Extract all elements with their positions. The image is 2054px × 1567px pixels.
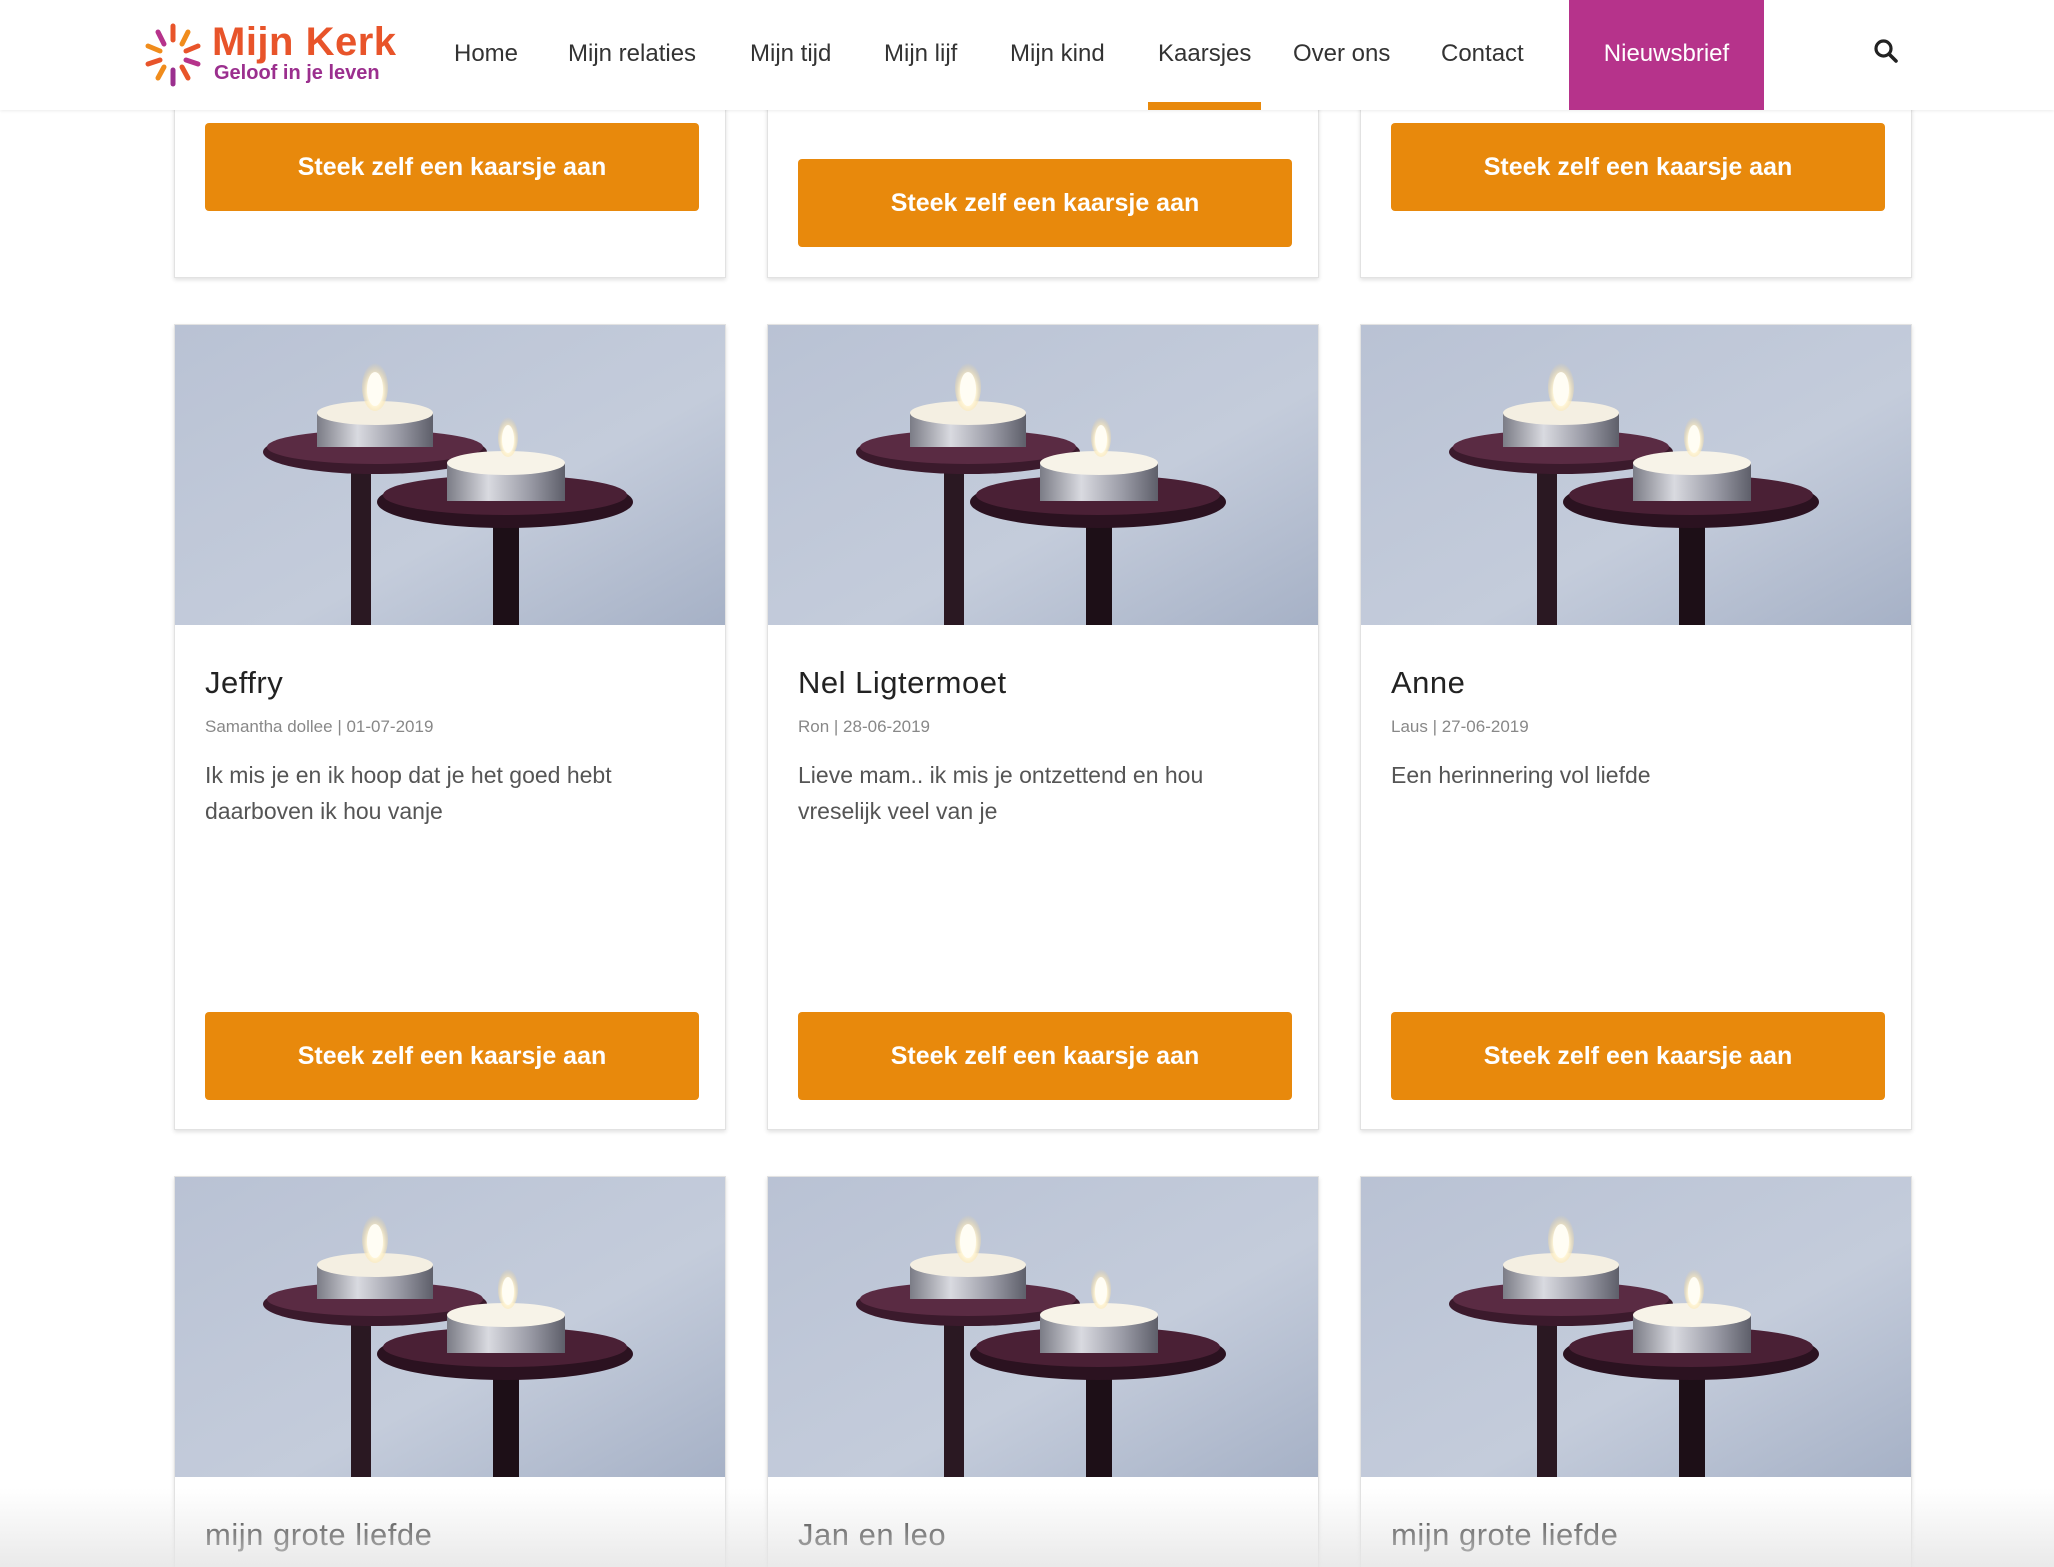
candle-image: [768, 1177, 1318, 1477]
candle-card: Nel Ligtermoet Ron | 28-06-2019 Lieve ma…: [767, 324, 1319, 1130]
card-message: Lieve mam.. ik mis je ontzettend en hou …: [798, 762, 1204, 824]
nav-item-mijn-kind[interactable]: Mijn kind: [1010, 0, 1105, 110]
candle-image: [175, 325, 725, 625]
nav-item-mijn-relaties[interactable]: Mijn relaties: [568, 0, 696, 110]
candle-card: mijn grote liefde: [174, 1176, 726, 1567]
candle-image: [1361, 325, 1911, 625]
light-candle-button[interactable]: Steek zelf een kaarsje aan: [1391, 1012, 1885, 1100]
newsletter-button[interactable]: Nieuwsbrief: [1569, 0, 1764, 110]
card-title: mijn grote liefde: [205, 1517, 433, 1552]
logo-brand: Mijn Kerk: [212, 20, 397, 64]
card-title: Anne: [1391, 665, 1466, 700]
light-candle-button[interactable]: Steek zelf een kaarsje aan: [205, 123, 699, 211]
nav-item-contact[interactable]: Contact: [1441, 0, 1524, 110]
nav-item-mijn-tijd[interactable]: Mijn tijd: [750, 0, 831, 110]
search-icon[interactable]: [1873, 38, 1899, 64]
card-meta: Laus | 27-06-2019: [1391, 717, 1529, 736]
nav-item-home[interactable]: Home: [454, 0, 518, 110]
candle-image: [1361, 1177, 1911, 1477]
card-message: Ik mis je en ik hoop dat je het goed heb…: [205, 762, 612, 824]
candle-image: [175, 1177, 725, 1477]
nav-item-mijn-lijf[interactable]: Mijn lijf: [884, 0, 957, 110]
card-title: Jan en leo: [798, 1517, 947, 1552]
nav-item-kaarsjes[interactable]: Kaarsjes: [1147, 0, 1262, 110]
card-meta: Ron | 28-06-2019: [798, 717, 931, 736]
light-candle-button[interactable]: Steek zelf een kaarsje aan: [798, 159, 1292, 247]
logo[interactable]: Mijn Kerk Geloof in je leven: [142, 18, 396, 92]
light-candle-button[interactable]: Steek zelf een kaarsje aan: [205, 1012, 699, 1100]
sunburst-logo-icon: [145, 23, 201, 87]
logo-tagline: Geloof in je leven: [214, 62, 380, 84]
nav-item-over-ons[interactable]: Over ons: [1293, 0, 1390, 110]
card-title: Nel Ligtermoet: [798, 665, 1007, 700]
candle-card: Jan en leo: [767, 1176, 1319, 1567]
light-candle-button[interactable]: Steek zelf een kaarsje aan: [1391, 123, 1885, 211]
site-header: Mijn Kerk Geloof in je leven Home Mijn r…: [0, 0, 2054, 110]
candle-image: [768, 325, 1318, 625]
card-title: mijn grote liefde: [1391, 1517, 1619, 1552]
candle-card: Jeffry Samantha dollee | 01-07-2019 Ik m…: [174, 324, 726, 1130]
candle-card: mijn grote liefde: [1360, 1176, 1912, 1567]
card-title: Jeffry: [205, 665, 284, 700]
light-candle-button[interactable]: Steek zelf een kaarsje aan: [798, 1012, 1292, 1100]
card-meta: Samantha dollee | 01-07-2019: [205, 717, 434, 736]
candle-card: Anne Laus | 27-06-2019 Een herinnering v…: [1360, 324, 1912, 1130]
card-message: Een herinnering vol liefde: [1391, 762, 1651, 788]
